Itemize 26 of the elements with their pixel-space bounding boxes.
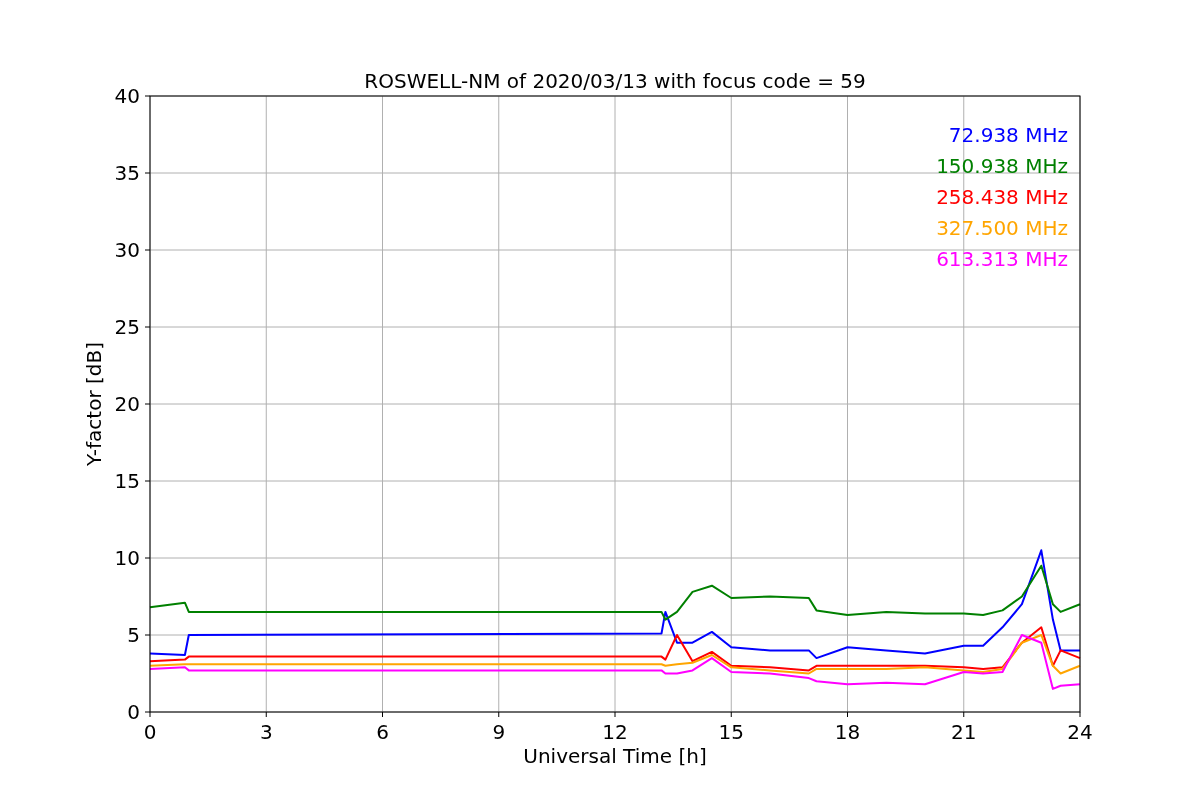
legend-label: 150.938 MHz <box>936 154 1068 178</box>
legend-label: 258.438 MHz <box>936 185 1068 209</box>
y-tick-label: 40 <box>114 84 140 108</box>
x-tick-label: 9 <box>492 720 506 744</box>
y-tick-label: 10 <box>114 546 140 570</box>
y-tick-label: 20 <box>114 392 140 416</box>
legend-label: 613.313 MHz <box>936 247 1068 271</box>
y-tick-label: 25 <box>114 315 140 339</box>
x-tick-label: 3 <box>259 720 273 744</box>
x-axis-label: Universal Time [h] <box>523 744 707 768</box>
y-axis-label: Y-factor [dB] <box>82 342 106 466</box>
y-tick-label: 15 <box>114 469 140 493</box>
x-tick-label: 24 <box>1067 720 1093 744</box>
x-tick-label: 12 <box>602 720 628 744</box>
x-tick-label: 6 <box>376 720 389 744</box>
legend-label: 72.938 MHz <box>948 123 1068 147</box>
legend-label: 327.500 MHz <box>936 216 1068 240</box>
y-tick-label: 5 <box>127 623 140 647</box>
y-tick-label: 0 <box>127 700 140 724</box>
y-tick-label: 35 <box>114 161 140 185</box>
x-tick-label: 18 <box>834 720 861 744</box>
x-tick-label: 0 <box>143 720 157 744</box>
chart-title: ROSWELL-NM of 2020/03/13 with focus code = 59 <box>364 69 866 93</box>
x-tick-label: 21 <box>951 720 977 744</box>
y-tick-label: 30 <box>114 238 140 262</box>
x-tick-label: 15 <box>718 720 744 744</box>
